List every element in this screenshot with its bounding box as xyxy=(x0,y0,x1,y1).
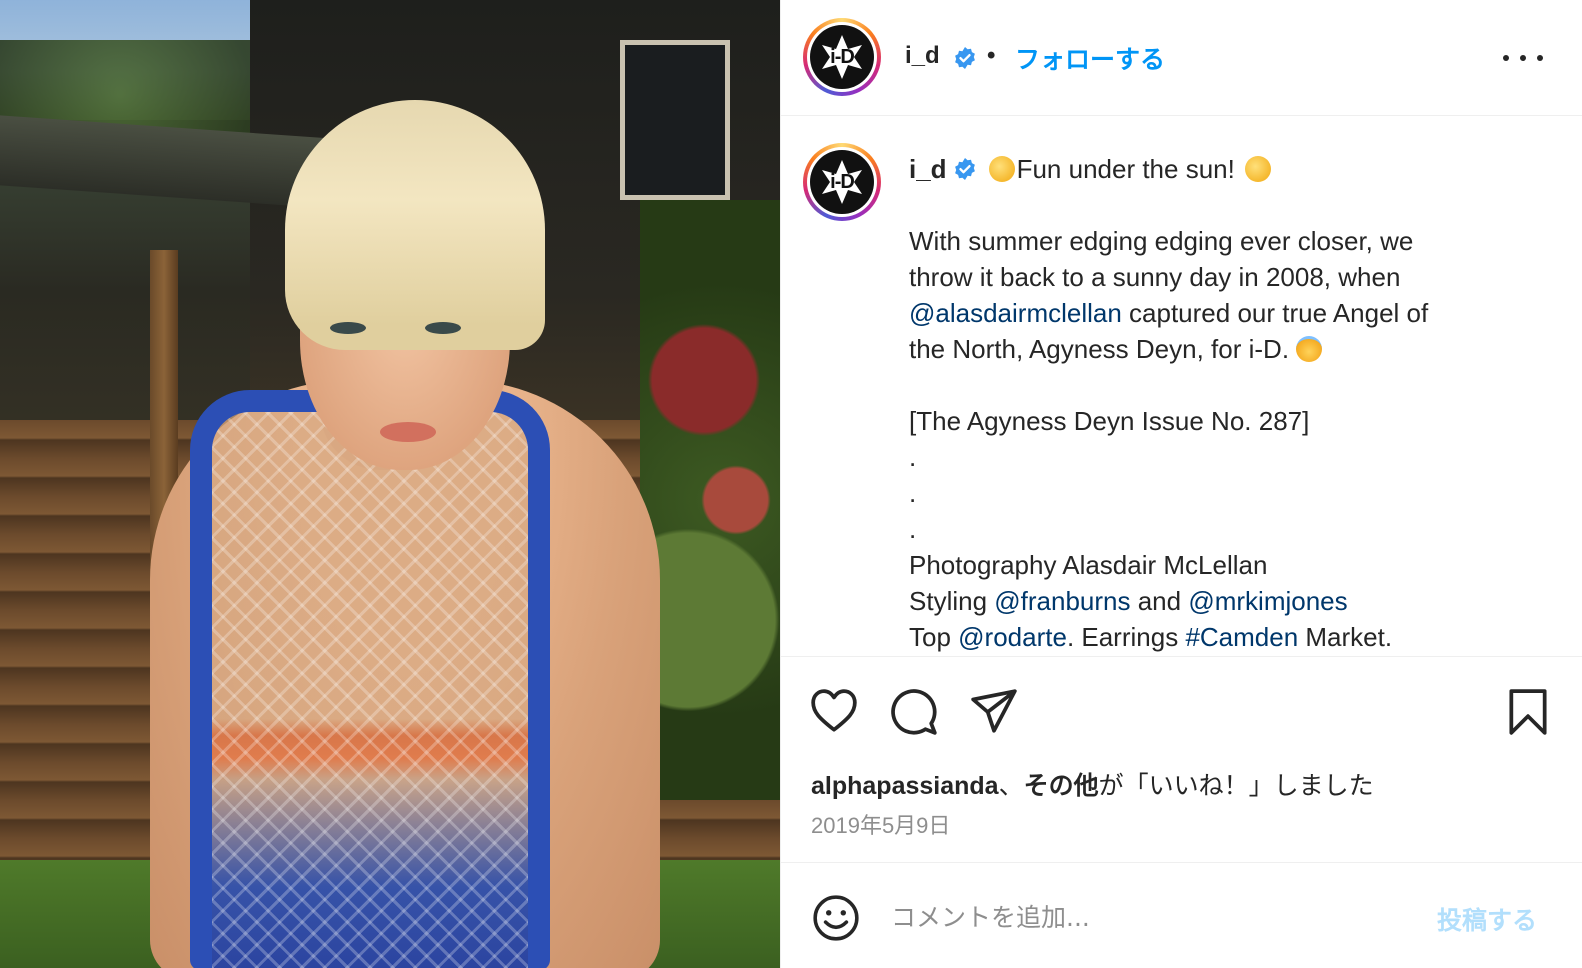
caption-market-label: Market. xyxy=(1298,622,1393,652)
caption-headline: Fun under the sun! xyxy=(1016,154,1235,184)
emoji-icon[interactable] xyxy=(811,893,861,943)
caption-line: captured our true Angel of xyxy=(1121,298,1429,328)
verified-badge-icon xyxy=(954,158,975,180)
avatar-text: i-D xyxy=(830,170,855,193)
mention-link[interactable]: @franburns xyxy=(994,586,1130,616)
avatar[interactable]: i-D xyxy=(803,18,881,96)
caption-line: With summer edging edging ever closer, w… xyxy=(909,226,1414,256)
caption-line: the North, Agyness Deyn, for i-D. xyxy=(909,334,1297,364)
photo-model-eye xyxy=(330,322,366,334)
caption-photo-credit: Photography Alasdair McLellan xyxy=(909,550,1268,580)
likes-rest: が「いいね！」しました xyxy=(1098,772,1374,800)
caption-area[interactable]: i-D i_d Fun under the sun! With summer e… xyxy=(781,117,1582,657)
caption-top-label: Top xyxy=(909,622,959,652)
verified-badge-icon xyxy=(955,47,975,69)
caption-dot: . xyxy=(909,442,917,472)
hashtag-link[interactable]: #Camden xyxy=(1185,622,1298,652)
likes-summary: alphapassianda、その他が「いいね！」しました xyxy=(811,766,1374,802)
bookmark-icon[interactable] xyxy=(1503,687,1553,737)
caption-issue: [The Agyness Deyn Issue No. 287] xyxy=(909,406,1310,436)
post-header: i-D i_d • フォローする xyxy=(781,0,1582,116)
caption-earrings-label: . Earrings xyxy=(1066,622,1186,652)
photo-bush xyxy=(640,200,780,800)
action-bar xyxy=(781,657,1582,757)
photo-window xyxy=(620,40,730,200)
sun-emoji-icon xyxy=(988,156,1015,182)
caption-username[interactable]: i_d xyxy=(909,151,947,187)
likes-others-link[interactable]: その他 xyxy=(1024,772,1099,800)
comment-input[interactable] xyxy=(891,895,1411,939)
post-comment-button[interactable]: 投稿する xyxy=(1437,901,1537,937)
caption-line: throw it back to a sunny day in 2008, wh… xyxy=(909,262,1401,292)
likes-comma: 、 xyxy=(998,772,1024,800)
halo-emoji-icon xyxy=(1296,336,1323,362)
post-date[interactable]: 2019年5月9日 xyxy=(811,808,950,840)
caption-styling-label: Styling xyxy=(909,586,995,616)
more-options-icon[interactable] xyxy=(1503,48,1543,68)
comment-bar: 投稿する xyxy=(781,862,1582,968)
avatar-text: i-D xyxy=(830,45,855,68)
caption-and: and xyxy=(1130,586,1189,616)
caption-text: i_d Fun under the sun! With summer edgin… xyxy=(909,151,1559,655)
mention-link[interactable]: @rodarte xyxy=(958,622,1067,652)
post-side-panel: i-D i_d • フォローする i-D i_d Fun under the s… xyxy=(780,0,1582,968)
photo-knit-top xyxy=(190,390,550,968)
sun-emoji-icon xyxy=(1244,156,1271,182)
liker-username[interactable]: alphapassianda xyxy=(811,772,999,800)
photo-model-lips xyxy=(380,422,436,442)
mention-link[interactable]: @mrkimjones xyxy=(1188,586,1347,616)
comment-icon[interactable] xyxy=(889,687,939,737)
mention-link[interactable]: @alasdairmclellan xyxy=(909,298,1122,328)
caption-dot: . xyxy=(909,478,917,508)
photo-model-hair xyxy=(285,100,545,350)
caption-dot: . xyxy=(909,514,917,544)
caption-avatar[interactable]: i-D xyxy=(803,143,881,221)
post-photo[interactable] xyxy=(0,0,780,968)
share-icon[interactable] xyxy=(969,687,1019,737)
header-username[interactable]: i_d xyxy=(905,42,940,70)
heart-icon[interactable] xyxy=(809,687,859,737)
follow-button[interactable]: フォローする xyxy=(1015,40,1165,76)
photo-model-eye xyxy=(425,322,461,334)
header-separator: • xyxy=(987,42,996,69)
